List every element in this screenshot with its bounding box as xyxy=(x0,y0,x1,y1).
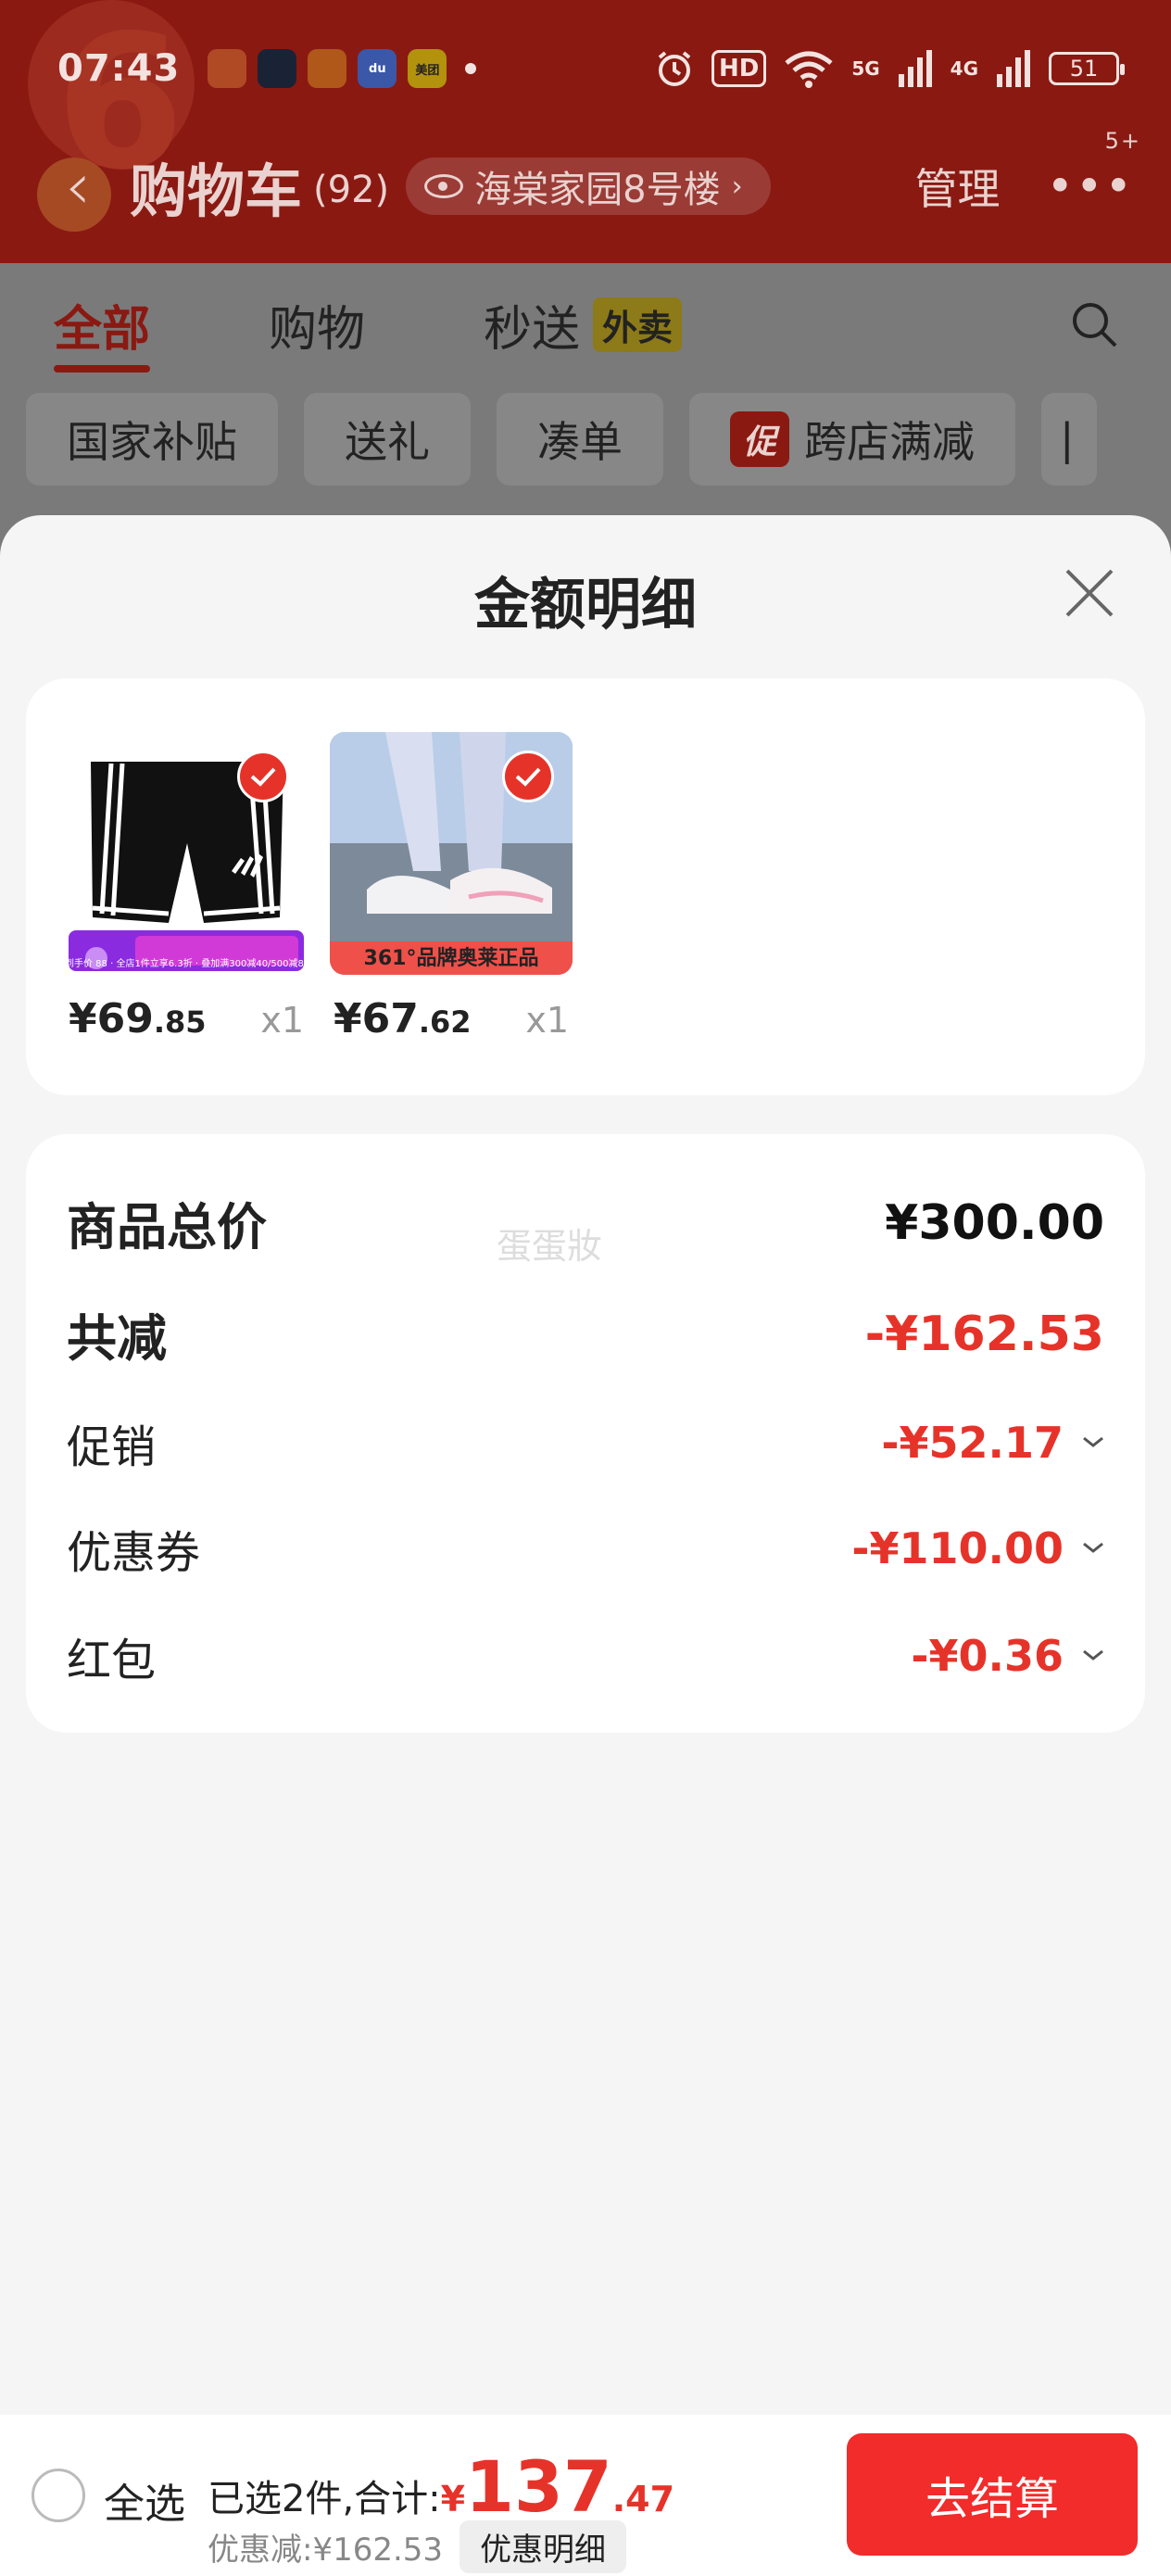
manage-button[interactable]: 管理 xyxy=(915,156,1001,217)
status-time: 07:43 xyxy=(57,47,181,90)
price-breakdown-card: 蛋蛋妝 商品总价 ¥300.00 共减 -¥162.53 促销 -¥52.17 … xyxy=(26,1134,1145,1733)
filter-chips: 国家补贴 送礼 凑单 促 跨店满减 | xyxy=(26,393,1171,486)
discount-text: 优惠减:¥162.53 xyxy=(208,2532,444,2569)
product-quantity: x1 xyxy=(260,1000,304,1041)
total-saved-value: -¥162.53 xyxy=(864,1306,1104,1362)
select-all-label[interactable]: 全选 xyxy=(104,2470,185,2530)
chevron-down-icon xyxy=(1073,1436,1104,1449)
more-options-button[interactable]: ••• 5+ xyxy=(1046,128,1140,213)
signal-strength-icon xyxy=(898,50,932,87)
tab-all[interactable]: 全部 xyxy=(54,290,151,373)
checkmark-icon xyxy=(237,751,289,802)
hd-voice-badge: HD xyxy=(711,50,767,87)
status-indicators: HD 5G 4G 51 xyxy=(654,48,1125,89)
product-item-shorts[interactable]: 到手价 88 · 全店1件立享6.3折 · 叠加满300减40/500减80 ¥… xyxy=(65,732,308,1042)
selected-count-text: 已选2件,合计: xyxy=(208,2478,441,2520)
chip-cross-store-label: 跨店满减 xyxy=(804,417,976,467)
waimai-badge: 外卖 xyxy=(593,297,683,352)
promotion-value: -¥52.17 xyxy=(881,1418,1064,1468)
delivery-address-text: 海棠家园8号楼 xyxy=(474,169,721,211)
product-price-row: ¥67 .62 x1 xyxy=(330,995,573,1042)
chip-national-subsidy[interactable]: 国家补贴 xyxy=(26,393,278,486)
product-thumbnail: 到手价 88 · 全店1件立享6.3折 · 叠加满300减40/500减80 xyxy=(65,732,308,975)
chevron-down-icon xyxy=(1073,1649,1104,1662)
goods-total-value: ¥300.00 xyxy=(885,1194,1104,1251)
order-total-summary: 已选2件,合计: ¥ 137 .47 xyxy=(208,2452,674,2522)
eye-icon xyxy=(424,174,464,198)
more-dots-icon: ••• xyxy=(1046,159,1134,213)
product-thumbnail: 361°品牌奥莱正品 xyxy=(330,732,573,975)
total-currency: ¥ xyxy=(440,2479,466,2519)
product-price: ¥67 xyxy=(334,995,419,1042)
selected-products-card: 到手价 88 · 全店1件立享6.3折 · 叠加满300减40/500减80 ¥… xyxy=(26,678,1145,1095)
coupon-row[interactable]: 优惠券 -¥110.00 xyxy=(67,1516,1104,1581)
back-arrow-icon[interactable]: ‹ xyxy=(65,154,111,219)
product-quantity: x1 xyxy=(525,1000,569,1041)
tab-shopping[interactable]: 购物 xyxy=(269,290,365,360)
goods-total-row: 商品总价 ¥300.00 xyxy=(67,1186,1104,1259)
checkmark-icon xyxy=(502,751,554,802)
product-price-row: ¥69 .85 x1 xyxy=(65,995,308,1042)
status-bar: 07:43 du 美团 HD 5G 4G 51 xyxy=(57,39,1125,98)
red-packet-row[interactable]: 红包 -¥0.36 xyxy=(67,1623,1104,1688)
tab-express[interactable]: 秒送 外卖 xyxy=(484,290,683,360)
page-title: 购物车 xyxy=(130,158,303,225)
search-icon[interactable] xyxy=(1069,299,1119,349)
checkout-bar: 全选 已选2件,合计: ¥ 137 .47 优惠减:¥162.53 优惠明细 去… xyxy=(0,2415,1171,2576)
chevron-right-icon: › xyxy=(731,170,743,203)
network-5g-label: 5G xyxy=(851,57,880,80)
signal-strength-icon xyxy=(997,50,1030,87)
total-saved-row: 共减 -¥162.53 xyxy=(67,1297,1104,1370)
meituan-app-icon: 美团 xyxy=(408,49,447,88)
total-amount-decimal: .47 xyxy=(611,2479,675,2519)
total-amount: 137 xyxy=(465,2445,612,2528)
cart-tabs: 全部 购物 秒送 外卖 xyxy=(54,278,1119,373)
amount-detail-sheet: 金额明细 到手价 88 · 全店1件立享6.3折 · 叠加满300减40/500… xyxy=(0,515,1171,2576)
promotion-row[interactable]: 促销 -¥52.17 xyxy=(67,1410,1104,1475)
more-notifications-dot xyxy=(465,63,477,74)
network-4g-label: 4G xyxy=(950,57,978,80)
discount-summary: 优惠减:¥162.53 优惠明细 xyxy=(208,2520,627,2573)
taobao-app-icon xyxy=(208,49,247,88)
chip-gift[interactable]: 送礼 xyxy=(304,393,471,486)
close-icon[interactable] xyxy=(1060,563,1119,623)
battery-indicator: 51 xyxy=(1049,52,1125,85)
discount-detail-button[interactable]: 优惠明细 xyxy=(460,2520,627,2573)
cart-item-count: (92) xyxy=(313,169,390,211)
cart-title-bar: ‹ 购物车 (92) 海棠家园8号楼 › 管理 ••• 5+ xyxy=(65,128,1140,225)
coupon-label: 优惠券 xyxy=(67,1527,201,1579)
coupon-value: -¥110.00 xyxy=(851,1523,1064,1573)
promotion-label: 促销 xyxy=(67,1421,157,1473)
chevron-down-icon xyxy=(1073,1542,1104,1555)
checkout-button[interactable]: 去结算 xyxy=(847,2433,1138,2556)
product-price: ¥69 xyxy=(69,995,154,1042)
chip-cross-store-discount[interactable]: 促 跨店满减 xyxy=(689,393,1016,486)
product-price-decimal: .85 xyxy=(153,1004,207,1040)
chip-partial[interactable]: | xyxy=(1041,393,1098,486)
product-promo-banner: 361°品牌奥莱正品 xyxy=(363,947,539,970)
alarm-icon xyxy=(658,51,691,86)
baidu-app-icon: du xyxy=(358,49,397,88)
delivery-address-selector[interactable]: 海棠家园8号楼 › xyxy=(406,158,771,215)
product-price-decimal: .62 xyxy=(418,1004,472,1040)
product-promo-banner: 到手价 88 · 全店1件立享6.3折 · 叠加满300减40/500减80 xyxy=(65,959,308,969)
sheet-title: 金额明细 xyxy=(474,573,697,638)
chip-combine-order[interactable]: 凑单 xyxy=(497,393,663,486)
kuaishou-app-icon xyxy=(308,49,347,88)
notification-app-icons: du 美团 xyxy=(208,49,447,88)
select-all-radio[interactable] xyxy=(31,2469,85,2522)
promo-tag: 促 xyxy=(730,411,790,467)
wifi-icon xyxy=(785,51,833,88)
clock-app-icon xyxy=(258,49,297,88)
product-item-shoes[interactable]: 361°品牌奥莱正品 ¥67 .62 x1 xyxy=(330,732,573,1042)
red-packet-value: -¥0.36 xyxy=(911,1631,1064,1681)
goods-total-label: 商品总价 xyxy=(67,1198,267,1256)
tab-express-label: 秒送 xyxy=(484,301,581,358)
red-packet-label: 红包 xyxy=(67,1635,157,1686)
total-saved-label: 共减 xyxy=(67,1309,167,1368)
more-badge: 5+ xyxy=(1104,128,1141,154)
